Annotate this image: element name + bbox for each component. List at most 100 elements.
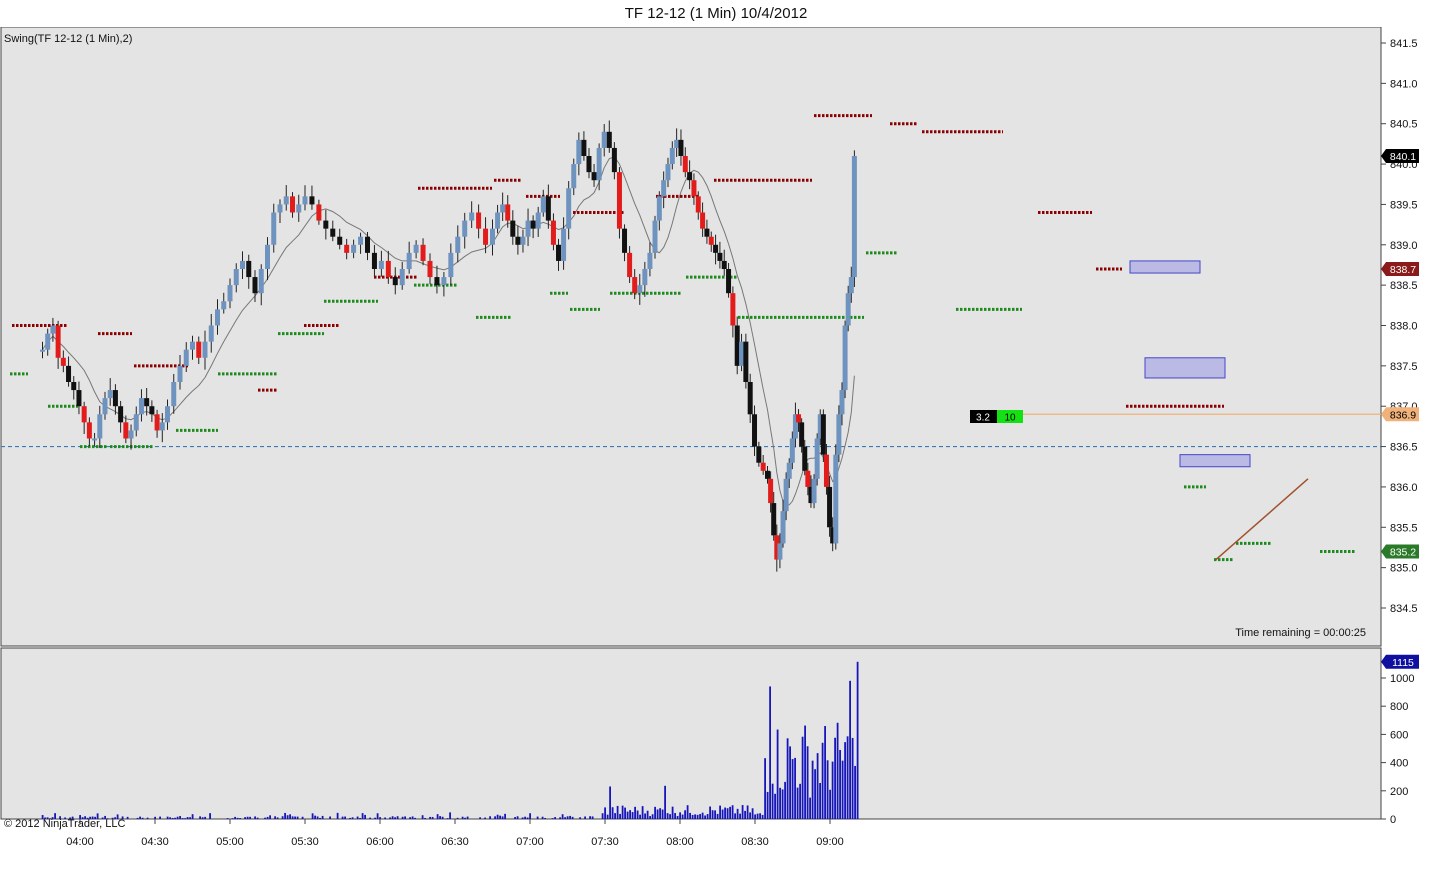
price-bar (399, 269, 405, 286)
price-bar (476, 212, 482, 229)
price-bar (462, 220, 468, 237)
volume-bar (811, 760, 814, 819)
price-bar (66, 365, 72, 382)
price-bar (611, 147, 617, 173)
volume-bar (754, 814, 756, 819)
volume-bar (504, 813, 506, 819)
volume-bar (616, 805, 619, 819)
volume-bar (411, 816, 414, 819)
volume-bar (651, 814, 654, 819)
volume-bar (154, 816, 156, 819)
volume-bar (484, 817, 486, 819)
volume-bar (239, 818, 241, 819)
price-bar (642, 269, 648, 286)
price-bar (505, 204, 511, 221)
volume-bar (176, 816, 179, 819)
volume-bar (516, 816, 519, 819)
volume-bar (706, 814, 709, 819)
volume-bar (436, 814, 439, 819)
volume-bar (669, 814, 671, 819)
copyright: © 2012 NinjaTrader, LLC (4, 818, 125, 830)
price-bar (596, 147, 602, 181)
volume-bar (724, 807, 726, 819)
price-bar (771, 503, 777, 536)
volume-bar (566, 816, 569, 819)
price-bar (258, 269, 264, 294)
volume-bar (404, 816, 406, 819)
y-tick-label: 841.0 (1390, 78, 1418, 90)
volume-bar (521, 817, 524, 819)
price-bar (520, 236, 526, 245)
volume-bar (514, 817, 516, 819)
price-bar (647, 252, 653, 269)
volume-bar (631, 812, 634, 819)
price-bar (154, 414, 160, 431)
volume-bar (759, 813, 761, 819)
chart-frame: 841.5 841.0 840.5 840.0 839.5 839.0 838.5 838.0… (0, 27, 1432, 875)
price-bar (392, 277, 398, 286)
price-bar (271, 212, 277, 245)
volume-bar (716, 813, 719, 819)
volume-bar (666, 813, 669, 819)
volume-bar (804, 725, 806, 819)
volume-bar (226, 818, 229, 819)
price-bar (45, 333, 51, 350)
price-label: 840.1 (1390, 151, 1416, 163)
volume-bar (729, 806, 731, 819)
price-bar (483, 228, 489, 245)
volume-bar (351, 817, 354, 819)
volume-bar (641, 806, 644, 819)
volume-bar (276, 817, 279, 819)
price-bar (171, 382, 177, 407)
volume-bar (274, 816, 276, 819)
price-bar (811, 478, 817, 504)
price-bar (138, 398, 144, 415)
price-bar (406, 252, 412, 269)
price-bar (845, 293, 851, 326)
volume-bar (329, 816, 331, 819)
volume-bar (579, 817, 581, 819)
volume-bar (851, 737, 854, 819)
price-bar (713, 244, 719, 253)
volume-bar (621, 805, 624, 819)
volume-bar (389, 817, 391, 819)
price-panel[interactable] (0, 27, 1382, 647)
price-bar (556, 244, 562, 261)
volume-bar (764, 758, 766, 819)
volume-bar (589, 816, 591, 819)
price-bar (848, 277, 854, 294)
volume-bar (744, 810, 746, 819)
price-bar (756, 446, 762, 463)
volume-bar (799, 783, 801, 819)
x-tick-label: 09:00 (816, 836, 844, 848)
price-bar (783, 478, 789, 512)
price-bar (337, 236, 343, 245)
time-axis: 04:00 04:30 05:00 05:30 06:00 06:30 07:00 07:30… (66, 819, 844, 848)
price-bar (290, 196, 295, 213)
price-bar (434, 277, 440, 286)
price-bar (796, 414, 802, 423)
price-bar (682, 156, 688, 173)
y-tick-label: 840.5 (1390, 119, 1418, 131)
price-label: 835.2 (1390, 547, 1416, 559)
price-bar (365, 236, 370, 253)
volume-bar (494, 816, 496, 819)
price-bar (550, 220, 556, 245)
volume-bar (721, 809, 724, 819)
volume-panel[interactable] (0, 647, 1382, 820)
volume-bar (854, 765, 856, 819)
volume-bar (294, 816, 296, 819)
volume-bar (776, 729, 779, 819)
price-axis: 841.5841.0840.5840.0839.5839.0838.5838.0… (1381, 38, 1418, 615)
price-bar (177, 365, 183, 382)
volume-bar (694, 814, 696, 819)
volume-bar (769, 686, 771, 819)
volume-bar (779, 787, 781, 819)
volume-bar (479, 817, 481, 819)
chart-svg[interactable]: 841.5841.0840.5840.0839.5839.0838.5838.0… (0, 27, 1432, 875)
price-bar (627, 252, 633, 278)
position-box[interactable]: 3.2 10 (970, 410, 1023, 424)
volume-bar (396, 816, 399, 819)
price-label: 836.9 (1390, 409, 1416, 421)
volume-bar (166, 816, 169, 819)
